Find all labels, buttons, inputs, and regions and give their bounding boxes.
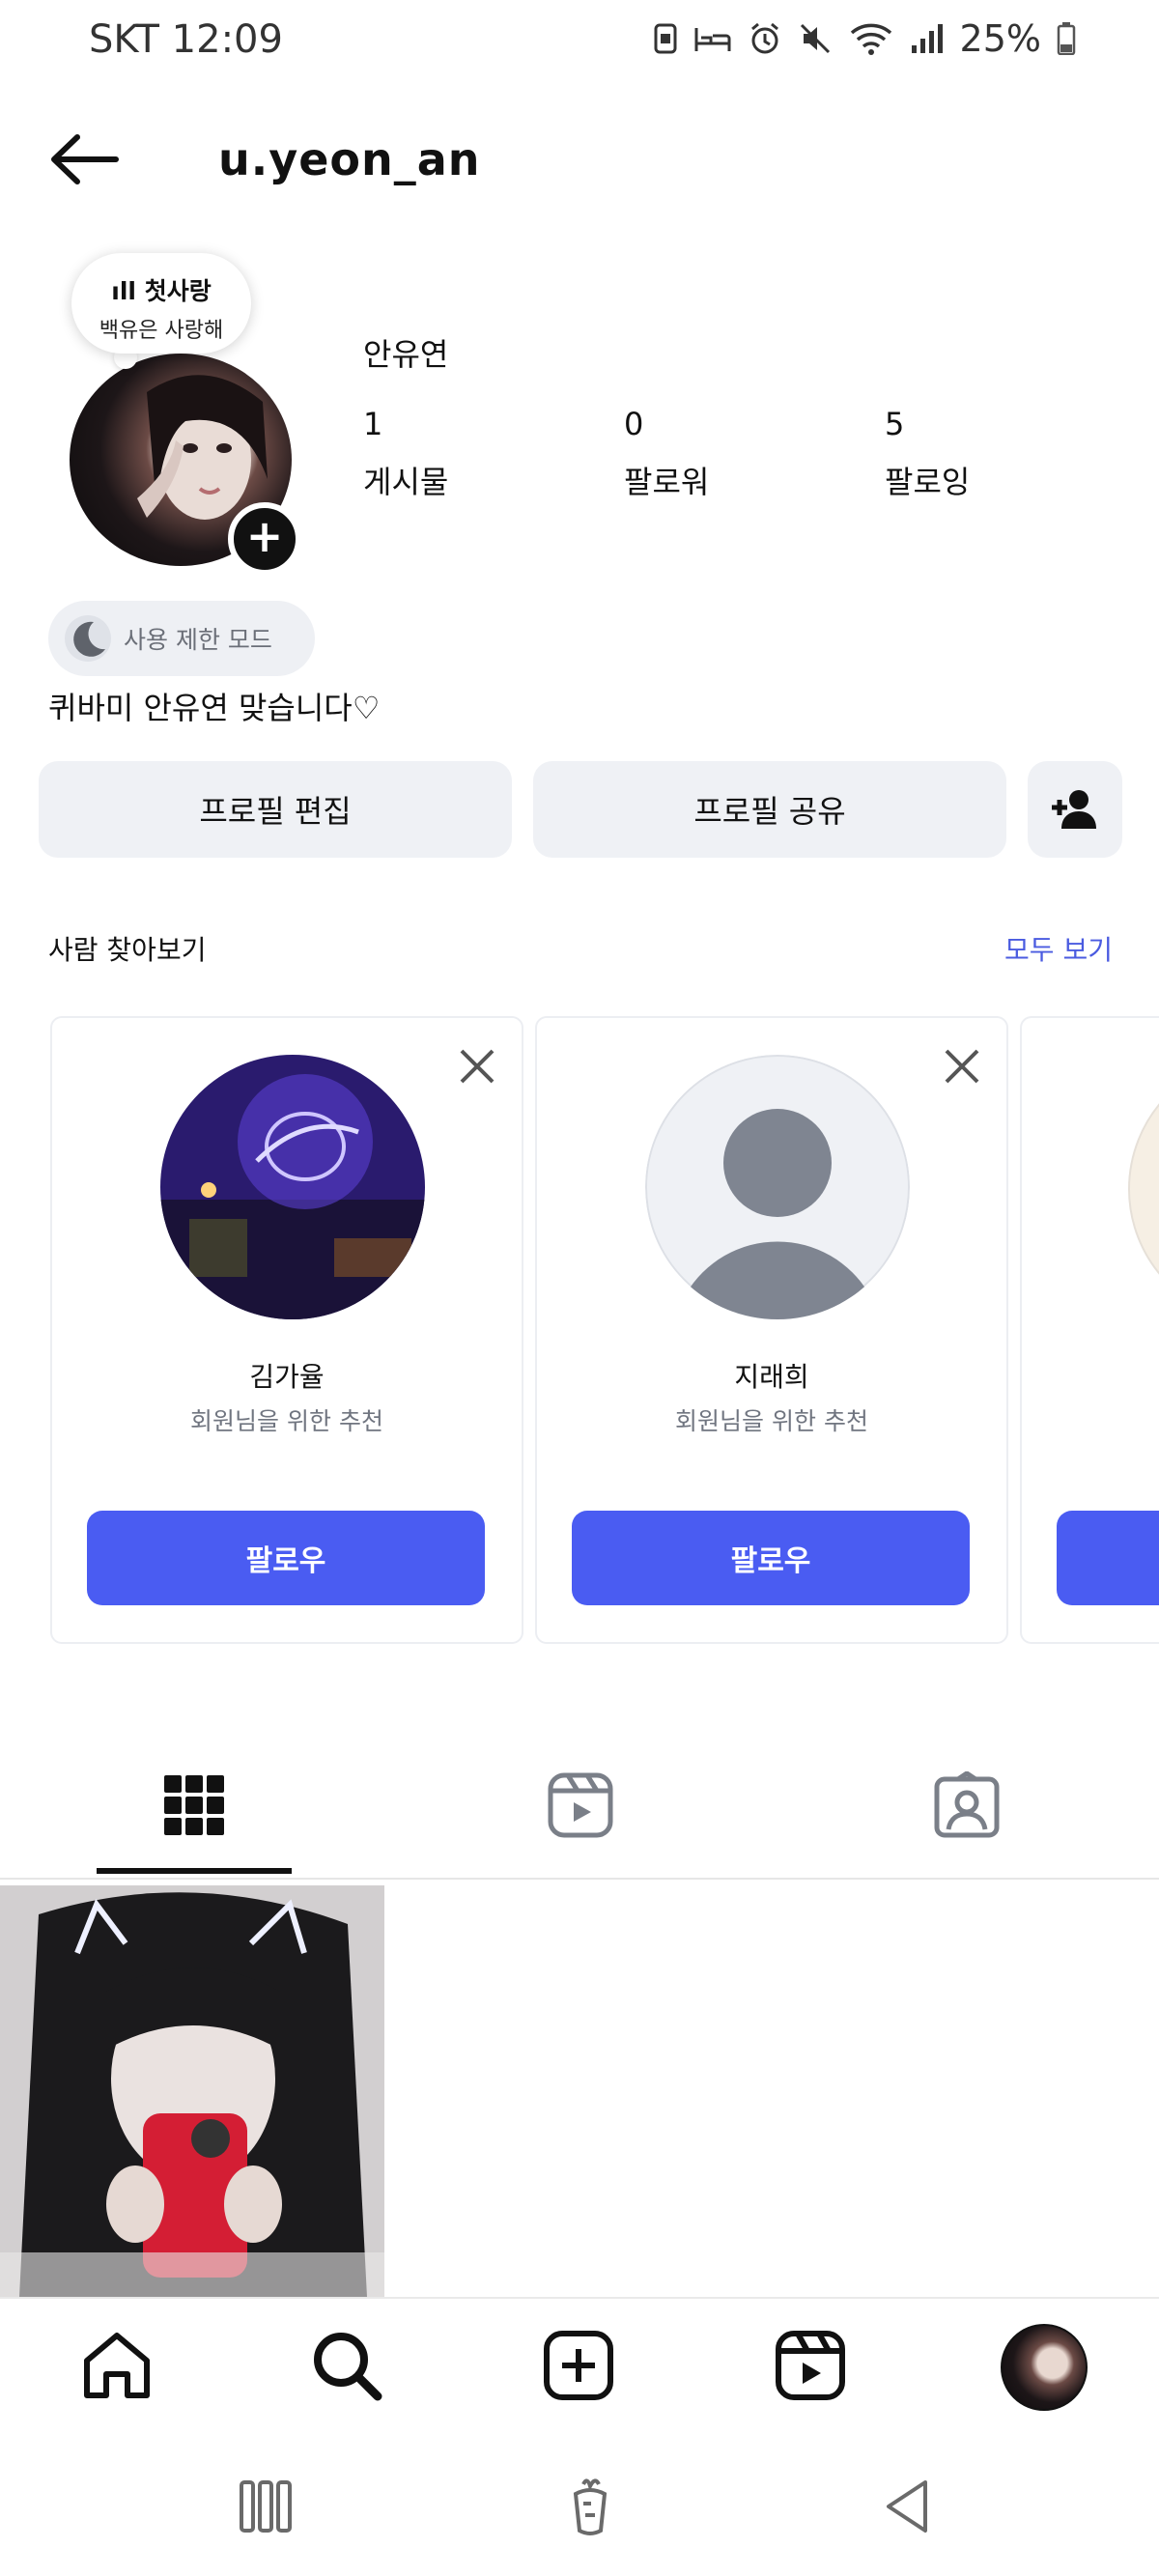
stat-posts-value: 1 — [363, 406, 383, 442]
battery-icon — [1057, 22, 1076, 55]
profile-bio: 퀴바미 안유연 맞습니다♡ — [48, 690, 381, 726]
bottom-nav-divider — [0, 2297, 1159, 2299]
stat-posts-label: 게시물 — [363, 464, 449, 500]
reels-icon[interactable] — [547, 1771, 614, 1839]
post-thumbnail[interactable] — [0, 1885, 384, 2297]
profile-note-bubble[interactable]: ıll 첫사랑 백유은 사랑해 — [71, 253, 251, 354]
suggestion-card-partial[interactable] — [1020, 1016, 1159, 1644]
note-music-title: ıll 첫사랑 — [111, 277, 212, 305]
status-carrier-time: SKT 12:09 — [89, 17, 283, 62]
follow-button[interactable]: 팔로우 — [87, 1511, 485, 1605]
discover-people-button[interactable] — [1028, 761, 1122, 858]
tagged-icon[interactable] — [933, 1771, 1001, 1839]
stat-followers-label: 팔로워 — [624, 464, 710, 500]
status-icons: 25% — [653, 17, 1076, 60]
see-all-link[interactable]: 모두 보기 — [1004, 929, 1113, 968]
wifi-icon — [850, 23, 891, 55]
signal-icon — [911, 24, 943, 53]
alarm-icon — [750, 22, 778, 54]
suggestion-card[interactable]: 김가율 회원님을 위한 추천 팔로우 — [50, 1016, 523, 1644]
restricted-mode-label: 사용 제한 모드 — [124, 626, 272, 654]
share-profile-button[interactable]: 프로필 공유 — [533, 761, 1006, 858]
follow-button[interactable] — [1057, 1511, 1159, 1605]
back-arrow-icon[interactable] — [46, 126, 124, 193]
home-carrot-icon[interactable] — [556, 2473, 624, 2540]
stat-following[interactable]: 5 팔로잉 — [885, 406, 1078, 502]
note-text: 백유은 사랑해 — [99, 319, 224, 343]
stat-followers[interactable]: 0 팔로워 — [624, 406, 817, 502]
nfc-icon — [654, 23, 677, 54]
discover-people-title: 사람 찾아보기 — [48, 934, 207, 966]
battery-percent: 25% — [959, 17, 1041, 60]
system-back-icon[interactable] — [875, 2473, 943, 2540]
profile-display-name: 안유연 — [363, 336, 449, 373]
home-icon[interactable] — [79, 2328, 155, 2403]
dismiss-icon[interactable] — [456, 1045, 498, 1088]
suggestion-subtitle: 회원님을 위한 추천 — [675, 1407, 868, 1435]
reels-nav-icon[interactable] — [773, 2328, 848, 2403]
active-tab-indicator — [97, 1868, 292, 1874]
stat-posts[interactable]: 1 게시물 — [363, 406, 556, 502]
grid-icon[interactable] — [160, 1771, 228, 1839]
suggestion-name: 지래희 — [734, 1361, 809, 1393]
default-avatar[interactable] — [645, 1055, 910, 1319]
search-icon[interactable] — [309, 2328, 384, 2403]
create-icon[interactable] — [541, 2328, 616, 2403]
add-story-button[interactable]: + — [228, 502, 301, 576]
dismiss-icon[interactable] — [941, 1045, 983, 1088]
mute-icon — [800, 23, 830, 54]
suggestion-subtitle: 회원님을 위한 추천 — [190, 1407, 383, 1435]
suggestion-avatar[interactable] — [1128, 1055, 1159, 1323]
follow-button[interactable]: 팔로우 — [572, 1511, 970, 1605]
add-person-icon — [1052, 790, 1096, 829]
restricted-mode-chip[interactable]: 사용 제한 모드 — [48, 601, 315, 676]
stat-following-label: 팔로잉 — [885, 464, 971, 500]
suggestion-card[interactable]: 지래희 회원님을 위한 추천 팔로우 — [535, 1016, 1008, 1644]
stat-followers-value: 0 — [624, 406, 644, 442]
recents-icon[interactable] — [232, 2473, 299, 2540]
edit-profile-button[interactable]: 프로필 편집 — [39, 761, 512, 858]
suggestion-avatar[interactable] — [160, 1055, 425, 1319]
bed-icon — [694, 28, 731, 51]
header-username: u.yeon_an — [218, 133, 481, 185]
moon-icon — [65, 615, 111, 662]
suggestion-name: 김가율 — [249, 1361, 325, 1393]
tabs-divider — [0, 1878, 1159, 1880]
profile-nav-avatar[interactable] — [1001, 2324, 1088, 2411]
stat-following-value: 5 — [885, 406, 905, 442]
